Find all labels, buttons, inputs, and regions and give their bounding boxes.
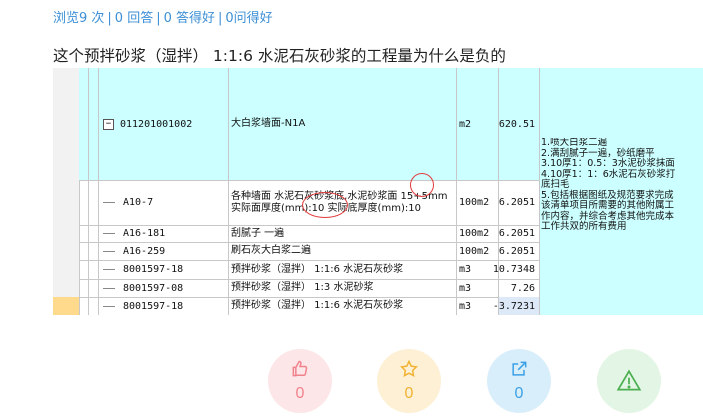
tree-line <box>103 233 115 234</box>
tree-line <box>103 202 115 203</box>
good-answer-count: 0 答得好 <box>163 11 215 26</box>
item-unit: 100m2 <box>457 180 499 225</box>
question-stats: 浏览9 次 | 0 回答 | 0 答得好 | 0问得好 <box>53 7 273 26</box>
item-code: A16-181 <box>123 228 166 239</box>
star-icon <box>400 359 418 377</box>
note-line: 1.喷大白浆二遍 <box>541 138 608 148</box>
item-code: 8001597-08 <box>123 282 184 294</box>
item-name: 预拌砂浆（湿拌） 1:1:6 水泥石灰砂浆 <box>229 260 457 279</box>
like-count: 0 <box>295 385 305 402</box>
tree-line <box>103 250 115 252</box>
table-row: − 011201001002 大白浆墙面-N1A m2 620.51 <box>79 68 540 181</box>
favorite-button[interactable]: 0 <box>377 349 441 413</box>
item-name: 预拌砂浆（湿拌） 1:1:6 水泥石灰砂浆 <box>229 297 457 315</box>
item-name: 刮腻子 一遍 <box>229 225 457 242</box>
item-quantity: 7.26 <box>499 279 540 297</box>
note-line: 该清单项目所需要的其他附属工 <box>541 200 675 211</box>
item-code: A16-259 <box>123 245 166 257</box>
note-line: 底扫毛 <box>541 179 570 190</box>
annotation-circle <box>410 173 434 197</box>
share-count: 0 <box>514 385 524 402</box>
good-question-count: 0问得好 <box>225 11 273 26</box>
item-quantity: 10.7348 <box>493 260 540 279</box>
like-button[interactable]: 0 <box>268 349 332 413</box>
item-quantity: 6.2051 <box>499 180 540 225</box>
separator: | <box>218 11 223 26</box>
note-line: 3.10厚1：0.5：3水泥砂浆抹面 <box>541 158 675 169</box>
row-header-highlight <box>53 297 80 315</box>
item-unit: m3 <box>457 279 499 297</box>
item-unit: 100m2 <box>457 225 499 242</box>
item-code: 011201001002 <box>120 118 193 130</box>
item-name: 刷石灰大白浆二遍 <box>229 242 457 260</box>
separator: | <box>107 11 112 26</box>
view-count: 浏览9 次 <box>53 11 105 26</box>
note-line: 工作共双的所有费用 <box>541 221 627 232</box>
table-row: 8001597-08 预拌砂浆（湿拌） 1:3 水泥砂浆 m3 7.26 <box>79 279 540 298</box>
separator: | <box>156 11 161 26</box>
action-bar: 0 0 0 <box>0 349 703 419</box>
row-header-column <box>53 68 80 315</box>
favorite-count: 0 <box>404 385 414 402</box>
table-row: A16-181 刮腻子 一遍 100m2 6.2051 <box>79 225 540 243</box>
question-title: 这个预拌砂浆（湿拌） 1:1:6 水泥石灰砂浆的工程量为什么是负的 <box>53 47 506 65</box>
tree-line <box>103 269 115 270</box>
table-row: A16-259 刷石灰大白浆二遍 100m2 6.2051 <box>79 242 540 261</box>
table-row: 8001597-18 预拌砂浆（湿拌） 1:1:6 水泥石灰砂浆 m3 -3.7… <box>79 297 540 315</box>
share-icon <box>512 361 527 376</box>
thumbs-up-icon <box>292 360 308 377</box>
item-name: 预拌砂浆（湿拌） 1:3 水泥砂浆 <box>229 279 457 297</box>
item-unit: m2 <box>457 68 499 180</box>
share-button[interactable]: 0 <box>487 349 551 413</box>
warning-icon <box>616 369 642 391</box>
tree-line <box>103 305 115 307</box>
item-quantity: 6.2051 <box>499 225 540 242</box>
item-code: 8001597-18 <box>123 264 184 275</box>
item-quantity: 6.2051 <box>499 242 540 260</box>
annotation-circle <box>302 192 348 218</box>
item-unit: 100m2 <box>457 242 499 260</box>
item-name: 大白浆墙面-N1A <box>229 68 457 180</box>
embedded-screenshot: − 011201001002 大白浆墙面-N1A m2 620.51 A10-7… <box>53 68 703 315</box>
answer-count[interactable]: 0 回答 <box>115 11 153 26</box>
description-text: 1.喷大白浆二遍 2.满刮腻子一遍，砂纸磨平 3.10厚1：0.5：3水泥砂浆抹… <box>541 138 703 242</box>
table-row: 8001597-18 预拌砂浆（湿拌） 1:1:6 水泥石灰砂浆 m3 10.7… <box>79 260 540 280</box>
tree-line <box>103 287 115 289</box>
item-quantity: -3.7231 <box>493 297 540 315</box>
item-quantity: 620.51 <box>499 68 540 180</box>
collapse-toggle[interactable]: − <box>103 118 114 130</box>
item-code: A10-7 <box>123 197 154 208</box>
report-button[interactable] <box>597 349 661 413</box>
item-code: 8001597-18 <box>123 300 184 312</box>
